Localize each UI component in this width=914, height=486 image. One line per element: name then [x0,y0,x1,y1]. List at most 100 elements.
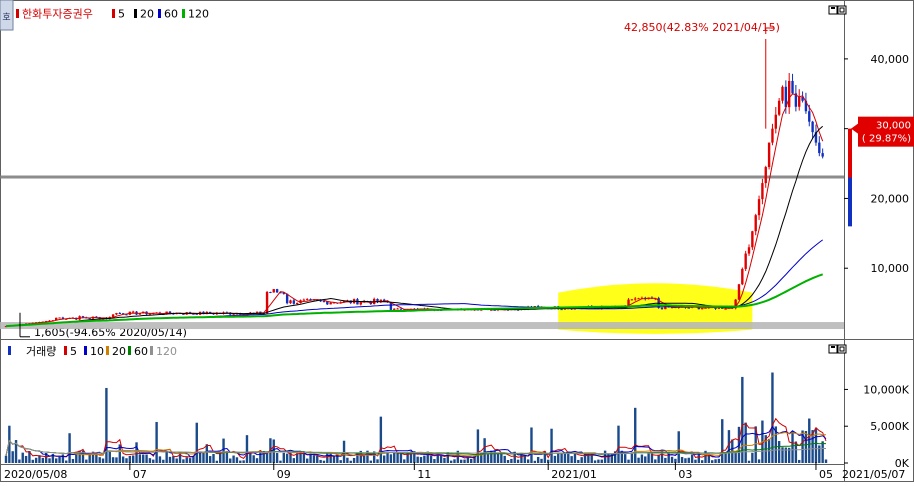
volume-bar [393,452,396,463]
candle-body [272,289,275,293]
candle-body [808,111,811,122]
volume-bar [808,418,811,463]
volume-bar [188,458,192,463]
last-candle-up [848,128,852,178]
legend-swatch [8,346,11,355]
legend-ma60: 60 [164,8,178,21]
volume-bar [557,452,560,463]
volume-legend-ma60: 60 [134,345,148,358]
volume-bar [329,452,332,463]
volume-bar [88,453,91,463]
volume-bar [654,459,657,463]
volume-legend-ma10: 10 [90,345,104,358]
volume-bar [711,460,714,463]
legend-swatch [134,9,137,18]
volume-bar [145,454,148,463]
candle-body [275,289,279,293]
maximize-icon[interactable] [837,5,847,15]
volume-bar [369,460,373,463]
volume-bar [326,452,329,463]
candle-body [811,121,814,133]
volume-bar [824,459,828,463]
volume-bar [101,458,105,463]
x-tick-label: 09 [277,468,291,481]
volume-bar [208,456,212,463]
volume-bar [282,452,285,463]
volume-bar [182,459,185,463]
volume-bar [322,460,326,463]
volume-bar [533,460,537,463]
volume-bar [61,454,65,463]
volume-bar [821,441,824,463]
volume-bar [399,452,403,463]
volume-bar [751,452,754,463]
volume-bar [640,454,644,463]
x-axis-start-label: 2020/05/08 [4,468,67,481]
legend-swatch [16,9,19,18]
volume-bar [644,456,647,463]
volume-bar [175,458,178,463]
volume-bar [128,455,132,463]
volume-bar [215,460,219,463]
volume-bar [687,457,690,463]
volume-bar [647,452,650,463]
volume-bar [316,456,319,463]
volume-bar [255,458,259,463]
volume-bar [684,458,687,463]
volume-bar [500,453,503,463]
volume-bar [419,457,423,463]
volume-bar [771,372,774,463]
volume-bar [142,454,145,463]
volume-bar [31,459,34,463]
candle-body [757,199,761,216]
volume-bar [58,456,61,463]
maximize-icon[interactable] [837,344,847,354]
volume-bar [470,458,473,463]
legend-title: 한화투자증권우 [22,8,93,21]
x-tick-label: 11 [417,468,431,481]
candle-body [751,231,754,248]
volume-bar [346,457,349,463]
candle-body [764,167,767,184]
volume-bar [339,460,342,463]
volume-bar [747,460,751,463]
volume-bar [242,460,245,463]
volume-legend-ma5: 5 [70,345,77,358]
candle-body [115,313,118,315]
candle-body [131,311,135,313]
candle-body [747,247,751,254]
volume-bar [570,456,573,463]
candle-body [761,183,764,200]
volume-bar [721,419,724,463]
volume-bar [463,459,466,463]
candle-body [630,299,634,301]
volume-bar [744,422,747,463]
volume-panel-controls[interactable] [828,344,847,354]
volume-bar [71,458,75,463]
volume-bar [389,454,393,463]
volume-bar [734,452,737,463]
candle-body [777,100,781,115]
volume-bar [476,429,480,463]
volume-bar [791,431,794,463]
volume-bar [677,431,680,463]
volume-tick-label: 5,000K [870,420,909,433]
candle-body [302,299,306,301]
price-tick-label: 10,000 [871,262,910,275]
candle-body [359,302,362,305]
volume-bar [349,460,352,463]
volume-bar [577,459,580,463]
x-tick-label: 2021/01 [551,468,597,481]
price-panel-controls[interactable] [828,5,847,15]
volume-bar [516,459,520,463]
volume-bar [85,459,88,463]
volume-bar [383,455,386,463]
volume-bar [560,452,563,463]
candle-body [118,313,121,315]
volume-bar [152,459,155,463]
candle-body [306,299,309,301]
volume-bar [523,455,526,463]
volume-bar [573,452,577,463]
volume-bar [804,431,808,463]
volume-bar [125,458,128,463]
